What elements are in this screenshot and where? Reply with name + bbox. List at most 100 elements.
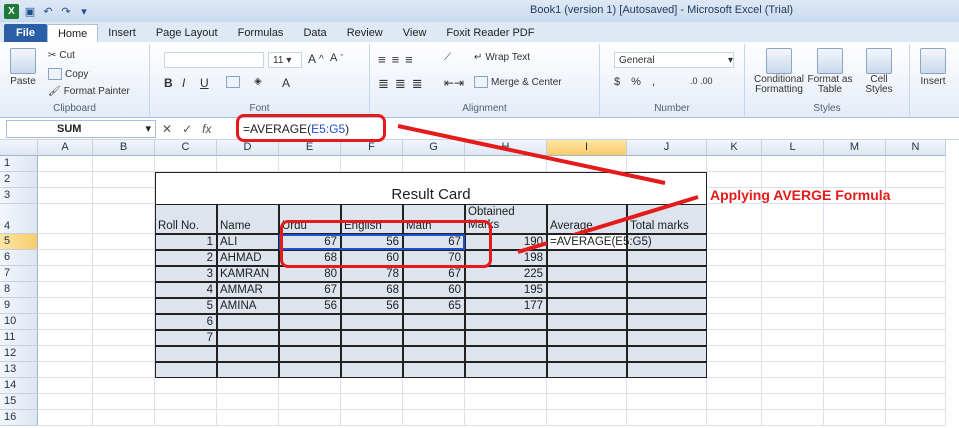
shrink-font-button[interactable]: Aˇ xyxy=(330,52,343,64)
column-header-e[interactable]: E xyxy=(279,140,341,156)
total-marks-cell[interactable] xyxy=(627,250,707,266)
average-cell[interactable] xyxy=(547,362,627,378)
select-all-corner[interactable] xyxy=(0,140,38,156)
tab-insert[interactable]: Insert xyxy=(98,24,146,42)
column-header-a[interactable]: A xyxy=(38,140,93,156)
grid-cell[interactable] xyxy=(762,394,824,410)
indent-buttons[interactable]: ⇤⇥ xyxy=(444,76,464,90)
row-header-12[interactable]: 12 xyxy=(0,346,38,362)
math-cell[interactable] xyxy=(403,314,465,330)
average-cell[interactable] xyxy=(547,282,627,298)
row-header-11[interactable]: 11 xyxy=(0,330,38,346)
math-cell[interactable]: 65 xyxy=(403,298,465,314)
grid-cell[interactable] xyxy=(93,234,155,250)
fill-color-button[interactable]: ◈ xyxy=(254,76,262,87)
row-header-14[interactable]: 14 xyxy=(0,378,38,394)
number-format-buttons[interactable]: $ % , xyxy=(614,76,659,88)
format-as-table-button[interactable]: Format as Table xyxy=(807,48,853,95)
grid-cell[interactable] xyxy=(279,410,341,426)
save-icon[interactable]: ▣ xyxy=(23,4,37,18)
paste-button[interactable]: Paste xyxy=(10,48,36,87)
column-header-l[interactable]: L xyxy=(762,140,824,156)
grid-cell[interactable] xyxy=(217,410,279,426)
english-cell[interactable] xyxy=(341,330,403,346)
column-header-h[interactable]: H xyxy=(465,140,547,156)
decimal-buttons[interactable]: .0 .00 xyxy=(690,76,713,86)
name-cell[interactable]: AHMAD xyxy=(217,250,279,266)
obtained-marks-cell[interactable] xyxy=(465,314,547,330)
average-cell[interactable] xyxy=(547,346,627,362)
grid-cell[interactable] xyxy=(886,330,946,346)
grid-cell[interactable] xyxy=(38,314,93,330)
obtained-marks-cell[interactable] xyxy=(465,346,547,362)
math-cell[interactable] xyxy=(403,362,465,378)
grid-cell[interactable] xyxy=(38,362,93,378)
tab-review[interactable]: Review xyxy=(337,24,393,42)
obtained-marks-cell[interactable] xyxy=(465,362,547,378)
english-cell[interactable]: 78 xyxy=(341,266,403,282)
tab-view[interactable]: View xyxy=(393,24,437,42)
row-header-6[interactable]: 6 xyxy=(0,250,38,266)
grid-cell[interactable] xyxy=(403,394,465,410)
row-header-2[interactable]: 2 xyxy=(0,172,38,188)
grid-cell[interactable] xyxy=(627,410,707,426)
grid-cell[interactable] xyxy=(886,314,946,330)
math-cell[interactable] xyxy=(403,346,465,362)
grid-cell[interactable] xyxy=(38,378,93,394)
grid-cell[interactable] xyxy=(279,394,341,410)
total-marks-cell[interactable] xyxy=(627,282,707,298)
average-cell[interactable] xyxy=(547,298,627,314)
grid-cell[interactable] xyxy=(762,362,824,378)
wrap-text-button[interactable]: ↵ Wrap Text xyxy=(474,52,530,63)
math-cell[interactable]: 67 xyxy=(403,266,465,282)
grid-cell[interactable] xyxy=(824,204,886,234)
grid-cell[interactable] xyxy=(824,234,886,250)
grid-cell[interactable] xyxy=(707,156,762,172)
grid-cell[interactable] xyxy=(93,314,155,330)
grid-cell[interactable] xyxy=(38,172,93,188)
grid-cell[interactable] xyxy=(627,156,707,172)
font-color-button[interactable]: A xyxy=(282,76,290,90)
grid-cell[interactable] xyxy=(93,346,155,362)
urdu-cell[interactable] xyxy=(279,346,341,362)
grid-cell[interactable] xyxy=(38,394,93,410)
roll-no-cell[interactable]: 5 xyxy=(155,298,217,314)
grid-cell[interactable] xyxy=(762,204,824,234)
grid-cell[interactable] xyxy=(762,172,824,188)
grid-cell[interactable] xyxy=(155,378,217,394)
grid-cell[interactable] xyxy=(824,298,886,314)
row-header-4[interactable]: 4 xyxy=(0,204,38,234)
grid-cell[interactable] xyxy=(38,204,93,234)
merge-center-button[interactable]: Merge & Center xyxy=(474,76,562,88)
grid-cell[interactable] xyxy=(217,394,279,410)
grid-cell[interactable] xyxy=(707,234,762,250)
grid-cell[interactable] xyxy=(824,156,886,172)
grid-cell[interactable] xyxy=(762,156,824,172)
name-cell[interactable] xyxy=(217,330,279,346)
grid-cell[interactable] xyxy=(403,410,465,426)
tab-home[interactable]: Home xyxy=(46,24,99,42)
grid-cell[interactable] xyxy=(707,362,762,378)
english-cell[interactable]: 68 xyxy=(341,282,403,298)
grid-cell[interactable] xyxy=(217,156,279,172)
grid-cell[interactable] xyxy=(341,378,403,394)
tab-foxit-reader-pdf[interactable]: Foxit Reader PDF xyxy=(436,24,544,42)
cut-button[interactable]: ✂ Cut xyxy=(48,50,75,61)
urdu-cell[interactable] xyxy=(279,330,341,346)
header-name[interactable]: Name xyxy=(217,204,279,234)
grid-cell[interactable] xyxy=(38,410,93,426)
column-header-i[interactable]: I xyxy=(547,140,627,156)
row-header-1[interactable]: 1 xyxy=(0,156,38,172)
grid-cell[interactable] xyxy=(707,410,762,426)
grid-cell[interactable] xyxy=(627,394,707,410)
grid-cell[interactable] xyxy=(93,250,155,266)
grid-cell[interactable] xyxy=(886,298,946,314)
row-header-5[interactable]: 5 xyxy=(0,234,38,250)
grid-cell[interactable] xyxy=(547,410,627,426)
english-cell[interactable] xyxy=(341,346,403,362)
row-header-16[interactable]: 16 xyxy=(0,410,38,426)
grid-cell[interactable] xyxy=(155,410,217,426)
grid-cell[interactable] xyxy=(886,250,946,266)
grid-cell[interactable] xyxy=(824,282,886,298)
grid-cell[interactable] xyxy=(465,394,547,410)
